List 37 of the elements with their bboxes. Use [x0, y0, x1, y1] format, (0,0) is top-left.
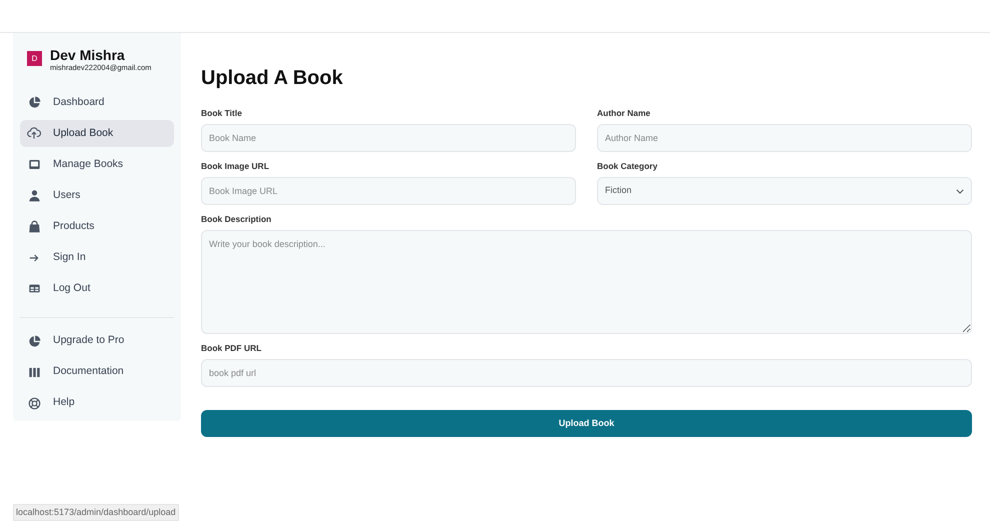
description-field[interactable]: Write your book description...	[201, 230, 972, 334]
sidebar-item[interactable]: Log Out	[20, 276, 174, 302]
sidebar-item[interactable]: Manage Books	[20, 151, 174, 178]
sidebar-item[interactable]: Sign In	[20, 244, 174, 272]
inbox-icon	[28, 158, 40, 172]
field-label: Book Category	[597, 160, 658, 172]
table-icon	[28, 282, 40, 296]
user-name: Dev Mishra	[50, 47, 126, 63]
sidebar-item[interactable]: Upload Book	[20, 120, 174, 147]
upload-button[interactable]: Upload Book	[201, 410, 972, 437]
text-field[interactable]: Book Image URL	[201, 177, 576, 205]
sidebar-item[interactable]: Products	[20, 213, 174, 240]
field-label: Book Title	[201, 107, 243, 119]
page-title: Upload A Book	[201, 66, 344, 90]
field-label: Book PDF URL	[201, 342, 262, 354]
text-field[interactable]: Book Name	[201, 124, 576, 152]
avatar: D	[27, 51, 42, 66]
chevron-down-icon	[956, 188, 964, 194]
status-bar: localhost:5173/admin/dashboard/upload	[13, 504, 179, 521]
user-icon	[28, 189, 40, 202]
field-label: Book Description	[201, 213, 272, 225]
sidebar-item[interactable]: Help	[20, 390, 174, 417]
category-select[interactable]: Fiction	[597, 177, 972, 205]
cloud-upload-icon	[27, 126, 41, 140]
pie-chart-icon	[28, 334, 40, 348]
text-field[interactable]: book pdf url	[201, 359, 972, 387]
sidebar-item[interactable]: Upgrade to Pro	[20, 328, 174, 354]
pie-chart-icon	[28, 96, 40, 109]
lifebuoy-icon	[28, 396, 40, 410]
sidebar-item[interactable]: Users	[20, 182, 174, 210]
text-field[interactable]: Author Name	[597, 124, 972, 152]
sidebar-item[interactable]: Documentation	[20, 358, 174, 386]
field-label: Book Image URL	[201, 160, 270, 172]
field-label: Author Name	[597, 107, 652, 119]
bag-icon	[28, 220, 40, 234]
columns-icon	[28, 366, 40, 379]
sidebar-item[interactable]: Dashboard	[20, 89, 174, 116]
